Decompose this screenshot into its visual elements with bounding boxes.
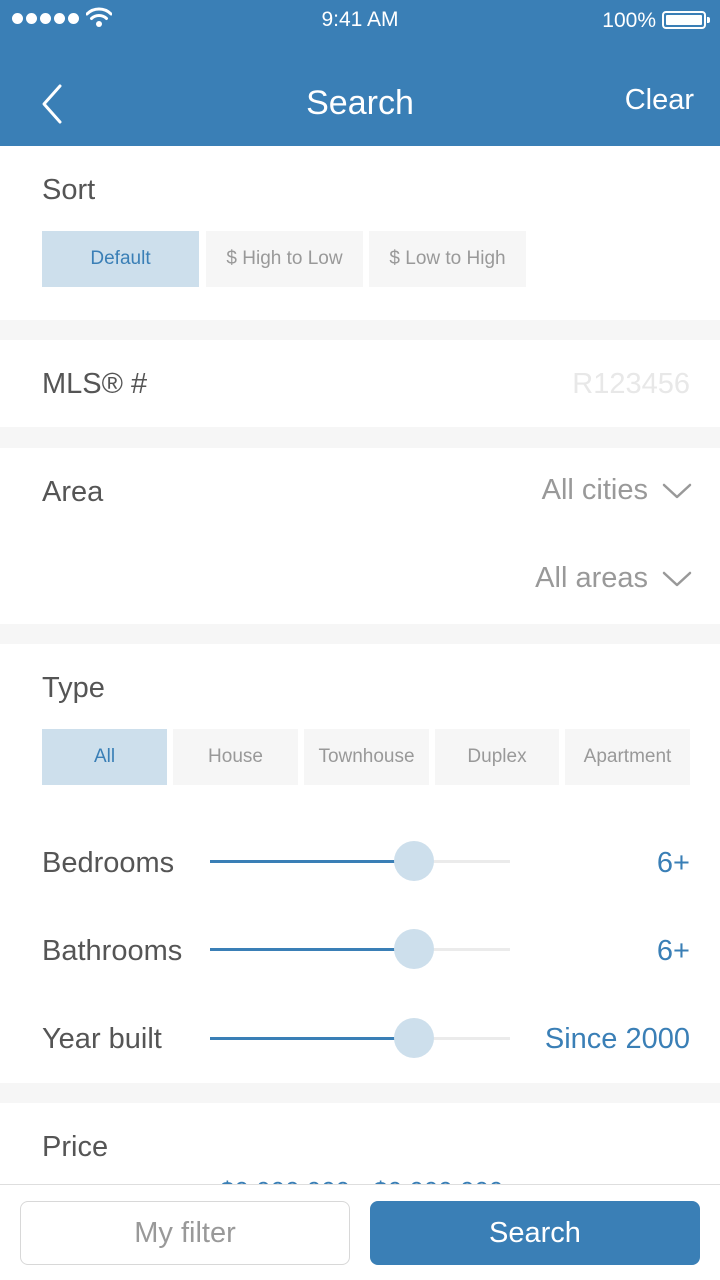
slider-fill bbox=[210, 1037, 414, 1040]
bathrooms-label: Bathrooms bbox=[42, 935, 183, 967]
bathrooms-value: 6+ bbox=[656, 935, 690, 967]
type-option-duplex[interactable]: Duplex bbox=[435, 729, 559, 785]
bottom-action-bar: My filter Search bbox=[0, 1184, 720, 1280]
area-section: Area All cities All areas bbox=[0, 448, 720, 624]
chevron-down-icon bbox=[662, 483, 692, 498]
search-button[interactable]: Search bbox=[370, 1201, 700, 1265]
sort-section: Sort Default $ High to Low $ Low to High bbox=[0, 146, 720, 320]
top-bar: 9:41 AM 100% Search Clear bbox=[0, 0, 720, 146]
type-section: Type All House Townhouse Duplex Apartmen… bbox=[0, 644, 720, 1083]
sort-label: Sort bbox=[42, 174, 96, 206]
year-built-label: Year built bbox=[42, 1023, 162, 1055]
sort-option-high-to-low[interactable]: $ High to Low bbox=[206, 231, 363, 287]
bathrooms-slider[interactable] bbox=[210, 929, 510, 969]
slider-handle[interactable] bbox=[394, 1018, 434, 1058]
battery-percentage: 100% bbox=[602, 9, 656, 32]
status-bar: 9:41 AM 100% bbox=[0, 0, 720, 40]
bedrooms-slider[interactable] bbox=[210, 841, 510, 881]
area-label: Area bbox=[42, 476, 104, 508]
year-built-slider[interactable] bbox=[210, 1018, 510, 1058]
type-option-house[interactable]: House bbox=[173, 729, 298, 785]
year-built-value: Since 2000 bbox=[544, 1023, 690, 1055]
area-dropdown-value: All areas bbox=[535, 562, 648, 594]
price-label: Price bbox=[42, 1131, 109, 1163]
type-option-townhouse[interactable]: Townhouse bbox=[304, 729, 429, 785]
area-dropdown[interactable]: All areas bbox=[535, 562, 692, 595]
mls-input[interactable]: R123456 bbox=[572, 368, 690, 401]
chevron-down-icon bbox=[662, 571, 692, 586]
clear-button[interactable]: Clear bbox=[625, 84, 694, 117]
my-filter-button[interactable]: My filter bbox=[20, 1201, 350, 1265]
battery-icon bbox=[662, 11, 710, 29]
type-label: Type bbox=[42, 672, 105, 704]
sort-option-low-to-high[interactable]: $ Low to High bbox=[369, 231, 526, 287]
mls-section: MLS® # R123456 bbox=[0, 340, 720, 427]
bedrooms-label: Bedrooms bbox=[42, 847, 175, 879]
slider-handle[interactable] bbox=[394, 929, 434, 969]
mls-label: MLS® # bbox=[42, 368, 148, 400]
page-title: Search bbox=[306, 84, 414, 122]
type-option-all[interactable]: All bbox=[42, 729, 167, 785]
sort-option-default[interactable]: Default bbox=[42, 231, 199, 287]
bedrooms-value: 6+ bbox=[656, 847, 690, 879]
slider-fill bbox=[210, 948, 414, 951]
slider-handle[interactable] bbox=[394, 841, 434, 881]
type-option-apartment[interactable]: Apartment bbox=[565, 729, 690, 785]
city-dropdown[interactable]: All cities bbox=[542, 474, 692, 507]
slider-fill bbox=[210, 860, 414, 863]
city-dropdown-value: All cities bbox=[541, 474, 648, 506]
